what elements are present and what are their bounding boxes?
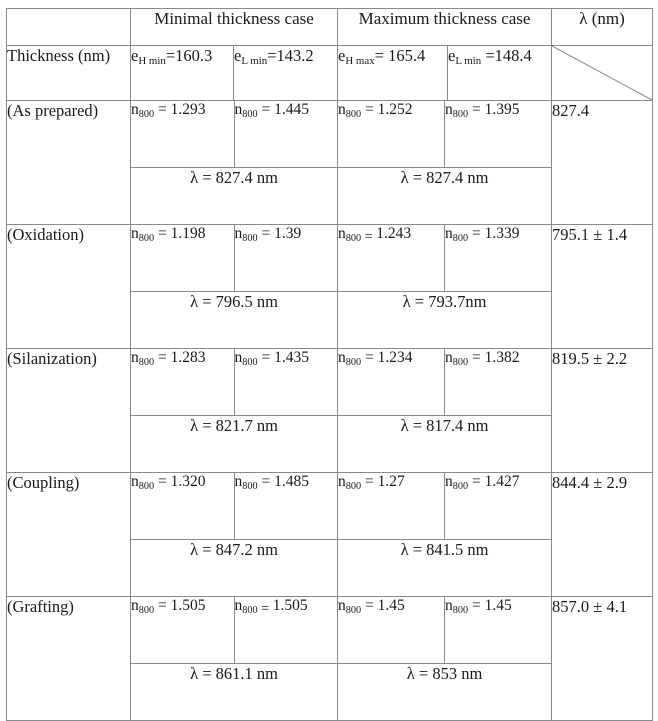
stage-subtable-min: n800 = 1.283 n800 = 1.435 λ = 821.7 nm (131, 349, 338, 472)
n-value-cell-2-2: n800 = 1.39 (234, 225, 338, 292)
n-value-cell-2-3: n800 = 1.243 (338, 225, 446, 292)
refractive-index-row: n800 = 1.252 n800 = 1.395 (338, 101, 552, 168)
n-value-cell-1-3: n800 = 1.252 (338, 101, 446, 168)
stage-block-minimal-3: n800 = 1.283 n800 = 1.435 λ = 821.7 nm (129, 348, 339, 473)
lambda-subrow: λ = 841.5 nm (338, 539, 552, 596)
results-table: Minimal thickness case Maximum thickness … (6, 8, 654, 721)
stage-block-minimal-5: n800 = 1.505 n800 = 1.505 λ = 861.1 nm (129, 596, 339, 721)
header-group-minimal: Minimal thickness case (129, 8, 339, 46)
stage-block-minimal-1: n800 = 1.293 n800 = 1.445 λ = 827.4 nm (129, 100, 339, 225)
stage-subtable-min: n800 = 1.505 n800 = 1.505 λ = 861.1 nm (131, 597, 338, 720)
refractive-index-row: n800 = 1.293 n800 = 1.445 (131, 101, 338, 168)
page-canvas: Minimal thickness case Maximum thickness … (0, 0, 658, 721)
lambda-case-min-1: λ = 827.4 nm (131, 167, 338, 224)
stage-subtable-max: n800 = 1.27 n800 = 1.427 λ = 841.5 nm (338, 473, 552, 596)
stage-block-maximum-1: n800 = 1.252 n800 = 1.395 λ = 827.4 nm (337, 100, 553, 225)
n-value-cell-5-4: n800 = 1.45 (444, 597, 552, 664)
lambda-subrow: λ = 827.4 nm (338, 167, 552, 224)
n-value-cell-2-4: n800 = 1.339 (444, 225, 552, 292)
lambda-case-min-2: λ = 796.5 nm (131, 291, 338, 348)
n-value-cell-3-2: n800 = 1.435 (234, 349, 338, 416)
stage-block-minimal-2: n800 = 1.198 n800 = 1.39 λ = 796.5 nm (129, 224, 339, 349)
stage-subtable-min: n800 = 1.293 n800 = 1.445 λ = 827.4 nm (131, 101, 338, 224)
refractive-index-row: n800 = 1.243 n800 = 1.339 (338, 225, 552, 292)
lambda-result-2: 795.1 ± 1.4 (551, 224, 654, 349)
thickness-row: Thickness (nm) eH min=160.3 eL min=143.2 eH… (6, 45, 654, 101)
stage-label-4: (Coupling) (6, 472, 131, 597)
n-value-cell-3-4: n800 = 1.382 (444, 349, 552, 416)
lambda-subrow: λ = 793.7nm (338, 291, 552, 348)
refractive-index-row: n800 = 1.234 n800 = 1.382 (338, 349, 552, 416)
thickness-cell-3: eH max= 165.4 (337, 45, 449, 101)
thickness-cell-4: eL min =148.4 (447, 45, 553, 101)
stage-label-5: (Grafting) (6, 596, 131, 721)
lambda-case-max-2: λ = 793.7nm (338, 291, 552, 348)
header-group-maximum: Maximum thickness case (337, 8, 553, 46)
n-value-cell-1-1: n800 = 1.293 (131, 101, 235, 168)
lambda-subrow: λ = 796.5 nm (131, 291, 338, 348)
stage-subtable-min: n800 = 1.320 n800 = 1.485 λ = 847.2 nm (131, 473, 338, 596)
stage-row: (Coupling) n800 = 1.320 n800 = 1.485 λ = 84… (6, 472, 654, 597)
n-value-cell-4-4: n800 = 1.427 (444, 473, 552, 540)
lambda-case-min-3: λ = 821.7 nm (131, 415, 338, 472)
stage-block-maximum-3: n800 = 1.234 n800 = 1.382 λ = 817.4 nm (337, 348, 553, 473)
lambda-result-4: 844.4 ± 2.9 (551, 472, 654, 597)
lambda-result-5: 857.0 ± 4.1 (551, 596, 654, 721)
lambda-case-min-4: λ = 847.2 nm (131, 539, 338, 596)
stage-row: (Grafting) n800 = 1.505 n800 = 1.505 λ = 86… (6, 596, 654, 721)
stage-block-maximum-2: n800 = 1.243 n800 = 1.339 λ = 793.7nm (337, 224, 553, 349)
stage-subtable-min: n800 = 1.198 n800 = 1.39 λ = 796.5 nm (131, 225, 338, 348)
refractive-index-row: n800 = 1.198 n800 = 1.39 (131, 225, 338, 292)
n-value-cell-5-3: n800 = 1.45 (338, 597, 446, 664)
stage-label-2: (Oxidation) (6, 224, 131, 349)
stage-subtable-max: n800 = 1.252 n800 = 1.395 λ = 827.4 nm (338, 101, 552, 224)
lambda-result-1: 827.4 (551, 100, 654, 225)
n-value-cell-1-2: n800 = 1.445 (234, 101, 338, 168)
lambda-case-max-4: λ = 841.5 nm (338, 539, 552, 596)
thickness-cell-1: eH min=160.3 (130, 45, 234, 101)
n-value-cell-1-4: n800 = 1.395 (444, 101, 552, 168)
n-value-cell-5-1: n800 = 1.505 (131, 597, 235, 664)
lambda-subrow: λ = 827.4 nm (131, 167, 338, 224)
refractive-index-row: n800 = 1.505 n800 = 1.505 (131, 597, 338, 664)
n-value-cell-3-1: n800 = 1.283 (131, 349, 235, 416)
lambda-case-max-3: λ = 817.4 nm (338, 415, 552, 472)
n-value-cell-3-3: n800 = 1.234 (338, 349, 446, 416)
lambda-subrow: λ = 821.7 nm (131, 415, 338, 472)
header-lambda-column: λ (nm) (551, 8, 654, 46)
refractive-index-row: n800 = 1.27 n800 = 1.427 (338, 473, 552, 540)
n-value-cell-4-3: n800 = 1.27 (338, 473, 446, 540)
stage-label-1: (As prepared) (6, 100, 131, 225)
n-value-cell-4-2: n800 = 1.485 (234, 473, 338, 540)
stage-block-minimal-4: n800 = 1.320 n800 = 1.485 λ = 847.2 nm (129, 472, 339, 597)
refractive-index-row: n800 = 1.283 n800 = 1.435 (131, 349, 338, 416)
n-value-cell-2-1: n800 = 1.198 (131, 225, 235, 292)
lambda-subrow: λ = 817.4 nm (338, 415, 552, 472)
refractive-index-row: n800 = 1.45 n800 = 1.45 (338, 597, 552, 664)
lambda-result-3: 819.5 ± 2.2 (551, 348, 654, 473)
stage-row: (As prepared) n800 = 1.293 n800 = 1.445 λ =… (6, 100, 654, 225)
stage-label-3: (Silanization) (6, 348, 131, 473)
header-corner-blank (6, 8, 131, 46)
lambda-subrow: λ = 847.2 nm (131, 539, 338, 596)
n-value-cell-5-2: n800 = 1.505 (234, 597, 338, 664)
thickness-row-label: Thickness (nm) (6, 45, 131, 101)
refractive-index-row: n800 = 1.320 n800 = 1.485 (131, 473, 338, 540)
stage-subtable-max: n800 = 1.45 n800 = 1.45 λ = 853 nm (338, 597, 552, 720)
table-header-row: Minimal thickness case Maximum thickness … (6, 8, 654, 46)
n-value-cell-4-1: n800 = 1.320 (131, 473, 235, 540)
stage-block-maximum-4: n800 = 1.27 n800 = 1.427 λ = 841.5 nm (337, 472, 553, 597)
stage-subtable-max: n800 = 1.234 n800 = 1.382 λ = 817.4 nm (338, 349, 552, 472)
lambda-case-max-1: λ = 827.4 nm (338, 167, 552, 224)
stage-subtable-max: n800 = 1.243 n800 = 1.339 λ = 793.7nm (338, 225, 552, 348)
diagonal-line-icon (552, 46, 652, 100)
stage-block-maximum-5: n800 = 1.45 n800 = 1.45 λ = 853 nm (337, 596, 553, 721)
stage-row: (Oxidation) n800 = 1.198 n800 = 1.39 λ = 79… (6, 224, 654, 349)
diagonal-slash-cell (551, 45, 654, 101)
stage-row: (Silanization) n800 = 1.283 n800 = 1.435 λ … (6, 348, 654, 473)
thickness-cell-2: eL min=143.2 (232, 45, 339, 101)
